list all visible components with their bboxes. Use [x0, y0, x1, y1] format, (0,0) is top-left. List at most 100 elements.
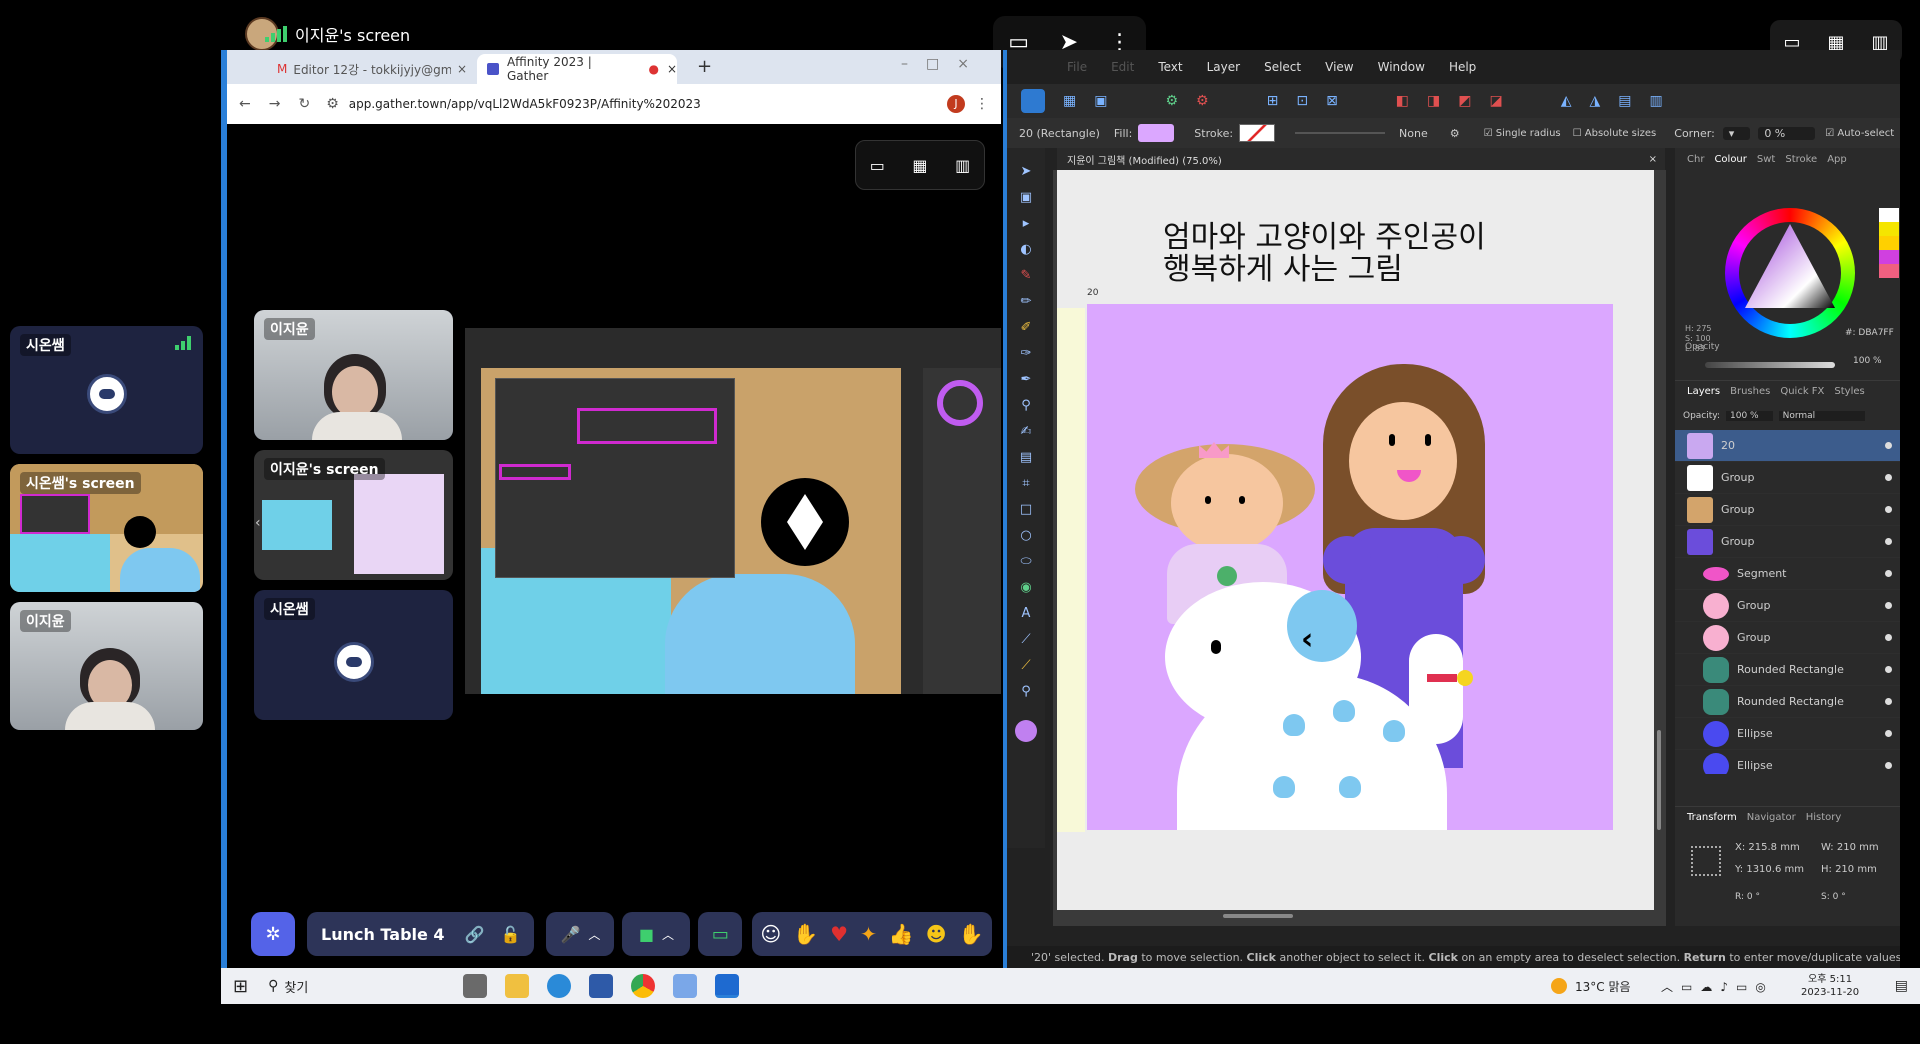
corner-value[interactable]: 0 % [1758, 126, 1816, 140]
layer-row[interactable]: Group [1675, 494, 1900, 526]
absolute-sizes-checkbox[interactable]: ☐ Absolute sizes [1573, 128, 1657, 139]
tab-app[interactable]: App [1827, 154, 1847, 165]
close-icon[interactable]: × [457, 62, 467, 76]
boolean3-icon[interactable]: ◩ [1458, 93, 1471, 109]
layer-row[interactable]: Group [1675, 622, 1900, 654]
opacity-value[interactable]: 100 % [1853, 356, 1882, 366]
url-text[interactable]: app.gather.town/app/vqLl2WdA5kF0923P/Aff… [349, 97, 701, 111]
align-icon[interactable]: ⊡ [1296, 93, 1308, 109]
pencil-tool-icon[interactable]: ✏ [1016, 292, 1036, 312]
stroke-swatch[interactable] [1239, 124, 1276, 142]
colour-wheel[interactable] [1725, 208, 1855, 338]
visibility-icon[interactable] [1885, 730, 1892, 737]
layer-opacity-input[interactable]: 100 % [1726, 411, 1773, 421]
layer-row[interactable]: Rounded Rectangle [1675, 686, 1900, 718]
chevron-up-icon[interactable]: ︿ [662, 926, 674, 943]
single-radius-checkbox[interactable]: ☑ Single radius [1484, 128, 1561, 139]
persona-icon[interactable]: ▦ [1063, 93, 1076, 109]
align3-icon[interactable]: ▥ [1650, 93, 1663, 109]
participant-tile[interactable]: 시온쌤 [10, 326, 203, 454]
place-image-icon[interactable]: ▤ [1016, 448, 1036, 468]
distribute-icon[interactable]: ⊠ [1326, 93, 1338, 109]
boolean4-icon[interactable]: ◪ [1490, 93, 1503, 109]
participant-tile[interactable]: 시온쌤 [254, 590, 453, 720]
export-persona-icon[interactable]: ▣ [1094, 93, 1107, 109]
brush-tool-icon[interactable]: ✍ [1016, 422, 1036, 442]
visibility-icon[interactable] [1885, 634, 1892, 641]
tab-active[interactable]: Affinity 2023 | Gather ● × [477, 54, 677, 84]
affinity-logo-icon[interactable] [1021, 89, 1045, 113]
tab-history[interactable]: History [1806, 812, 1842, 823]
move-tool-icon[interactable]: ➤ [1016, 162, 1036, 182]
h-field[interactable]: H: 210 mm [1821, 864, 1877, 875]
reload-icon[interactable]: ↻ [298, 96, 310, 112]
horizontal-scrollbar[interactable] [1223, 914, 1293, 918]
close-icon[interactable]: × [1649, 154, 1657, 165]
visibility-icon[interactable] [1885, 602, 1892, 609]
menu-icon[interactable]: ⋮ [975, 96, 989, 112]
menu-view[interactable]: View [1325, 60, 1353, 74]
purple-rectangle[interactable]: ‹ [1087, 304, 1613, 830]
vertical-scrollbar[interactable] [1657, 730, 1661, 830]
heart-icon[interactable]: ♥ [830, 922, 848, 946]
tab-navigator[interactable]: Navigator [1747, 812, 1796, 823]
gear-icon[interactable]: ⚙ [1450, 127, 1460, 140]
text-tool-icon[interactable]: A [1016, 604, 1036, 624]
shape-tool-icon[interactable]: ⬭ [1016, 552, 1036, 572]
snap-icon[interactable]: ⚙ [1196, 93, 1209, 109]
app2-icon[interactable] [673, 974, 698, 998]
tab-chr[interactable]: Chr [1687, 154, 1704, 165]
fill-swatch[interactable] [1138, 124, 1175, 142]
task-view-icon[interactable] [463, 974, 488, 998]
menu-text[interactable]: Text [1158, 60, 1182, 74]
thumbs-up-icon[interactable]: 👍 [889, 922, 914, 946]
blend-mode-select[interactable]: Normal [1778, 411, 1866, 421]
layer-row[interactable]: Group [1675, 590, 1900, 622]
menu-window[interactable]: Window [1378, 60, 1425, 74]
layer-row[interactable]: Segment [1675, 558, 1900, 590]
transparency-tool-icon[interactable]: ✒ [1016, 370, 1036, 390]
clock[interactable]: 오후 5:11 2023-11-20 [1801, 973, 1859, 999]
vector-brush-icon[interactable]: ✐ [1016, 318, 1036, 338]
flip-icon[interactable]: ◭ [1561, 93, 1572, 109]
arrange-icon[interactable]: ⊞ [1267, 93, 1279, 109]
pen-tool-icon[interactable]: ✎ [1016, 266, 1036, 286]
visibility-icon[interactable] [1885, 538, 1892, 545]
close-icon[interactable]: × [667, 62, 677, 76]
artboard-tool-icon[interactable]: ▣ [1016, 188, 1036, 208]
opacity-slider[interactable] [1705, 362, 1835, 368]
x-field[interactable]: X: 215.8 mm [1735, 842, 1800, 853]
app-icon[interactable] [589, 974, 614, 998]
ellipse-tool-icon[interactable]: ○ [1016, 526, 1036, 546]
tab[interactable]: M Editor 12강 - tokkijyjy@gmail... × [267, 54, 467, 84]
tab-styles[interactable]: Styles [1834, 386, 1864, 397]
eyedropper-icon[interactable]: ⟋ [1016, 630, 1036, 650]
profile-avatar[interactable]: J [947, 95, 965, 113]
colour-swatch-grid[interactable] [1879, 208, 1899, 278]
search-box[interactable]: 찾기 [284, 977, 454, 996]
laugh-icon[interactable]: ☻ [926, 922, 947, 946]
visibility-icon[interactable] [1885, 474, 1892, 481]
fill-tool-icon[interactable]: ✑ [1016, 344, 1036, 364]
layer-row[interactable]: Ellipse [1675, 750, 1900, 774]
boolean2-icon[interactable]: ◨ [1427, 93, 1440, 109]
tray-icons[interactable]: ︿▭☁♪▭◎ [1661, 978, 1774, 995]
menu-edit[interactable]: Edit [1111, 60, 1134, 74]
r-field[interactable]: R: 0 ° [1735, 892, 1760, 902]
tab-layers[interactable]: Layers [1687, 386, 1720, 397]
grid-view-icon[interactable]: ▦ [912, 156, 927, 175]
node-tool-icon[interactable]: ▸ [1016, 214, 1036, 234]
forward-icon[interactable]: → [269, 96, 281, 112]
s-field[interactable]: S: 0 ° [1821, 892, 1846, 902]
emoji-icon[interactable]: ☺ [760, 922, 781, 946]
screen-view-icon[interactable]: ▭ [870, 156, 885, 175]
stroke-width-slider[interactable] [1295, 132, 1386, 134]
shape2-tool-icon[interactable]: ◉ [1016, 578, 1036, 598]
zoom-tool-icon[interactable]: ⚲ [1016, 682, 1036, 702]
hex-value[interactable]: #: DBA7FF [1845, 328, 1894, 338]
camera-button[interactable]: ■ ︿ [622, 912, 691, 956]
visibility-icon[interactable] [1885, 442, 1892, 449]
auto-select-checkbox[interactable]: ☑ Auto-select [1825, 128, 1894, 139]
party-icon[interactable]: ✦ [860, 922, 877, 946]
clap-icon[interactable]: ✋ [959, 922, 984, 946]
